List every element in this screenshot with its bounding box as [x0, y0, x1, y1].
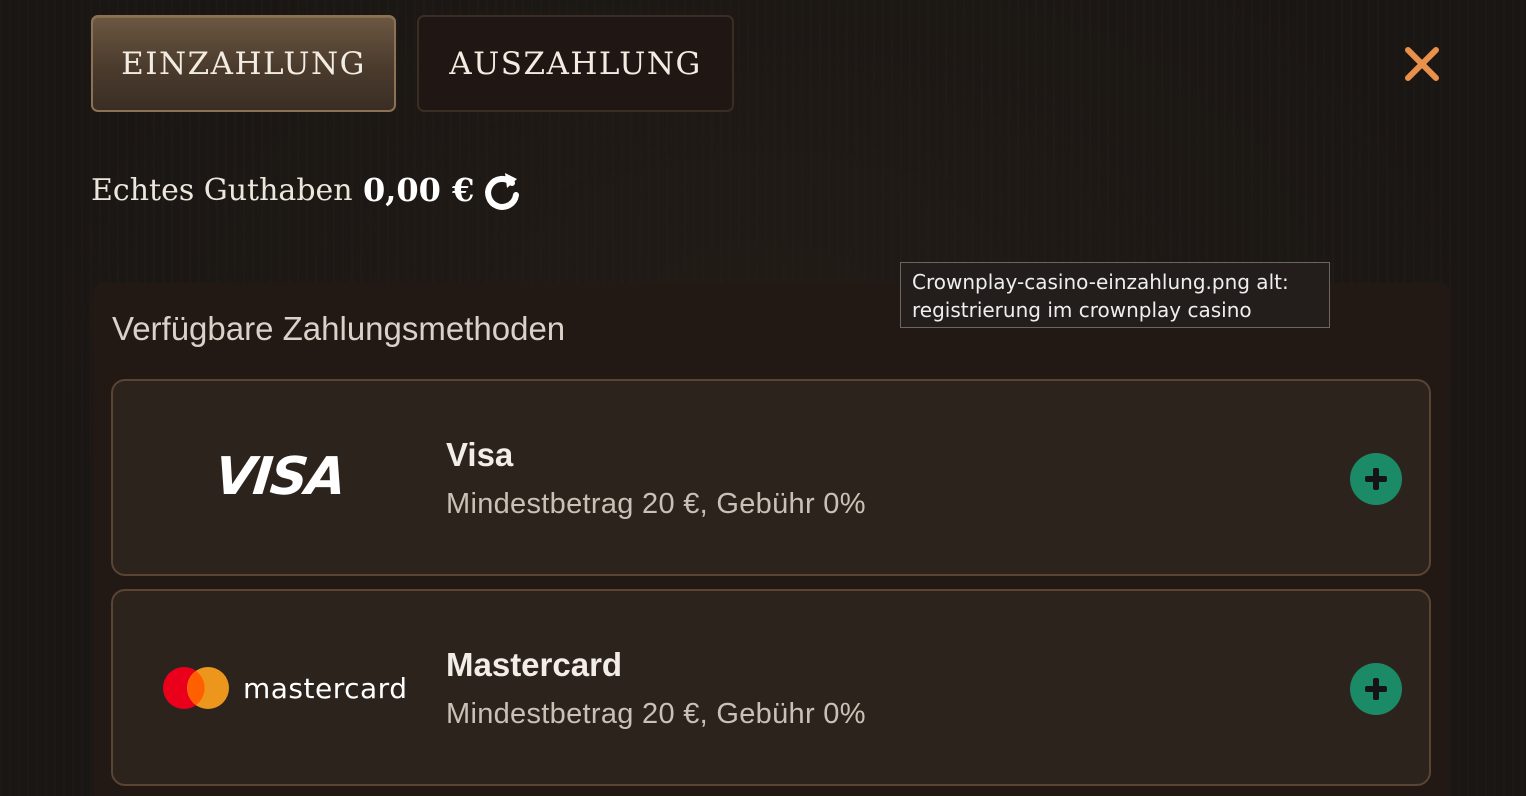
- plus-circle-icon: [1365, 678, 1387, 700]
- tooltip-line-1: Crownplay-casino-einzahlung.png alt:: [912, 270, 1289, 294]
- payment-method-visa[interactable]: VISA Visa Mindestbetrag 20 €, Gebühr 0%: [111, 379, 1431, 576]
- close-icon: [1405, 47, 1439, 81]
- payment-method-mastercard[interactable]: mastercard Mastercard Mindestbetrag 20 €…: [111, 589, 1431, 786]
- tab-auszahlung-label: AUSZAHLUNG: [449, 45, 702, 82]
- method-description: Mindestbetrag 20 €, Gebühr 0%: [446, 488, 866, 520]
- refresh-button[interactable]: [481, 169, 523, 215]
- tooltip-line-2: registrierung im crownplay casino: [912, 298, 1252, 322]
- mastercard-wordmark: mastercard: [243, 671, 408, 705]
- tab-auszahlung[interactable]: AUSZAHLUNG: [417, 15, 734, 112]
- add-mastercard-button[interactable]: [1350, 663, 1402, 715]
- method-name: Mastercard: [446, 646, 623, 683]
- tab-einzahlung-label: EINZAHLUNG: [121, 45, 366, 82]
- tab-einzahlung[interactable]: EINZAHLUNG: [91, 15, 396, 112]
- add-visa-button[interactable]: [1350, 453, 1402, 505]
- method-description: Mindestbetrag 20 €, Gebühr 0%: [446, 698, 866, 730]
- visa-logo: VISA: [211, 447, 348, 507]
- balance-label: Echtes Guthaben: [91, 173, 353, 208]
- mastercard-logo: mastercard: [161, 665, 407, 711]
- method-name: Visa: [446, 436, 514, 473]
- payment-methods-title: Verfügbare Zahlungsmethoden: [112, 310, 566, 347]
- plus-circle-icon: [1365, 468, 1387, 490]
- balance-value: 0,00 €: [363, 171, 475, 209]
- image-alt-tooltip: Crownplay-casino-einzahlung.png alt: reg…: [900, 262, 1330, 328]
- close-button[interactable]: [1400, 42, 1444, 86]
- mastercard-circles-icon: [163, 667, 229, 709]
- refresh-icon: [485, 173, 519, 210]
